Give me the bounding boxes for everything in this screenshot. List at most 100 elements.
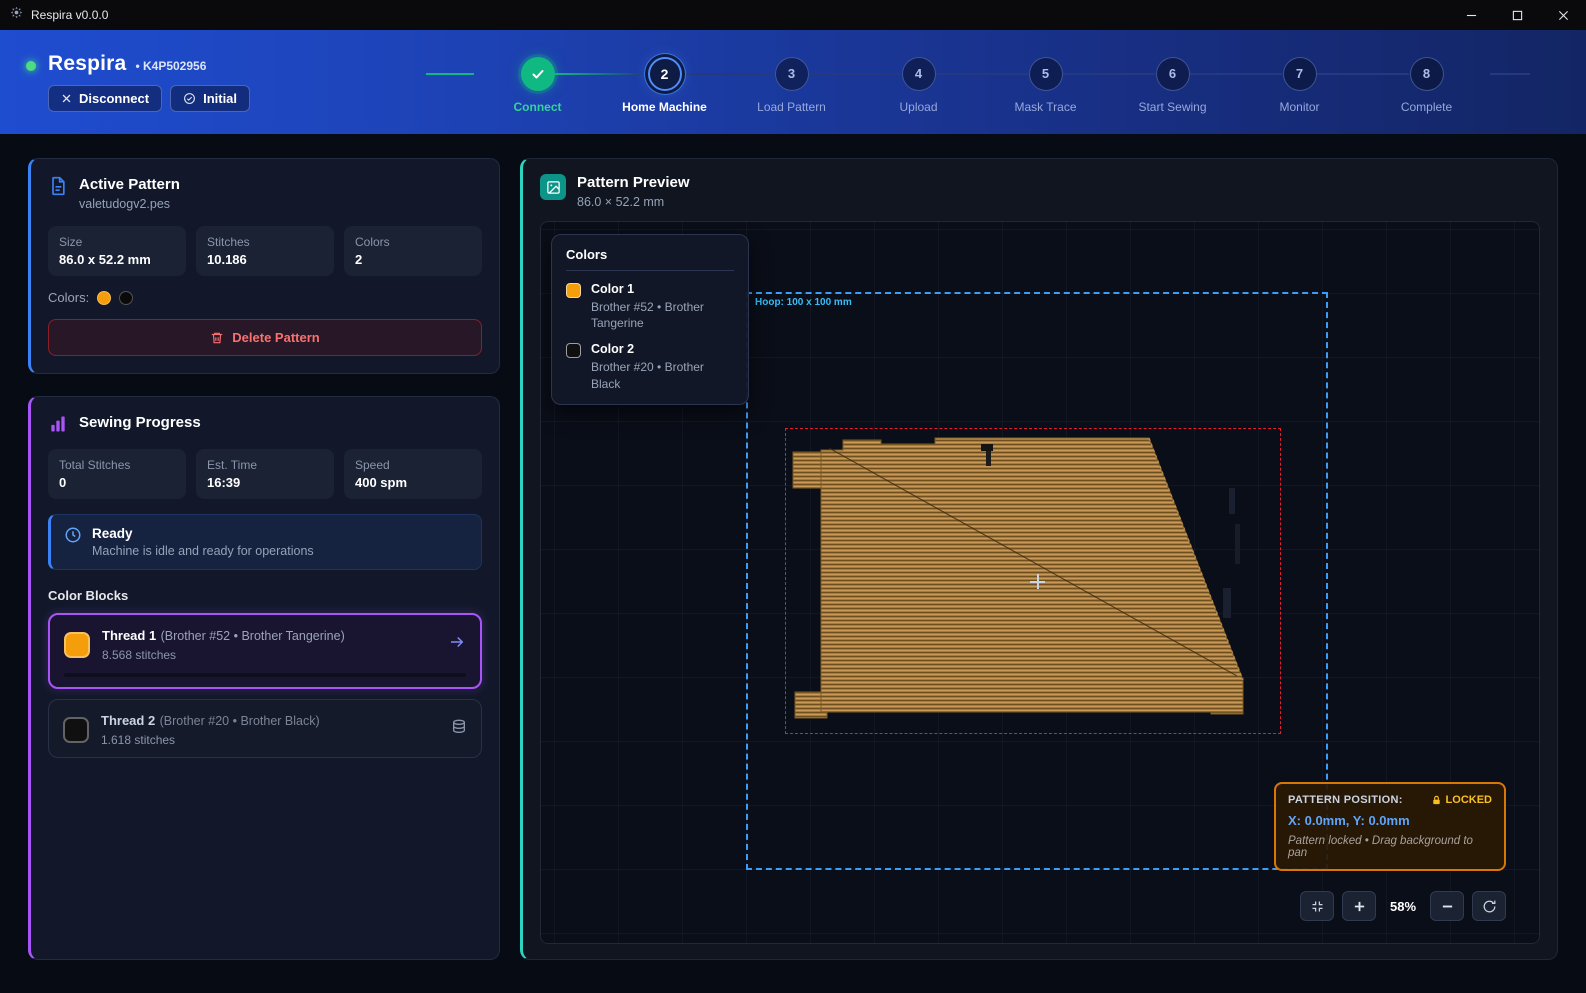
- close-x-icon: [61, 93, 72, 104]
- thread-stitch-count: 8.568 stitches: [102, 648, 345, 662]
- preview-canvas[interactable]: Colors Color 1 Brother #52 • Brother Tan…: [540, 221, 1540, 944]
- zoom-level: 58%: [1384, 899, 1422, 914]
- legend-color-name: Color 2: [591, 342, 734, 356]
- thread-block-1[interactable]: Thread 1 (Brother #52 • Brother Tangerin…: [48, 613, 482, 689]
- image-icon: [540, 174, 566, 200]
- hoop-label: Hoop: 100 x 100 mm: [755, 297, 852, 308]
- stat-value: 16:39: [207, 475, 323, 490]
- app-window: Respira v0.0.0 Respira • K4P502956: [0, 0, 1586, 993]
- layers-icon: [451, 719, 467, 740]
- position-coords: X: 0.0mm, Y: 0.0mm: [1288, 813, 1492, 828]
- thread-swatch: [64, 632, 90, 658]
- active-pattern-title: Active Pattern: [79, 176, 180, 193]
- initial-button[interactable]: Initial: [170, 85, 250, 112]
- trash-icon: [210, 331, 224, 345]
- legend-item-color2: Color 2 Brother #20 • Brother Black: [566, 342, 734, 391]
- position-title: PATTERN POSITION:: [1288, 794, 1403, 806]
- check-icon: [530, 66, 546, 82]
- machine-status-box: Ready Machine is idle and ready for oper…: [48, 514, 482, 570]
- thread-stitch-count: 1.618 stitches: [101, 733, 320, 747]
- legend-color-detail: Brother #20 • Brother Black: [591, 359, 734, 391]
- step-number: 4: [902, 57, 936, 91]
- stat-stitches: Stitches 10.186: [196, 226, 334, 276]
- step-load-pattern[interactable]: 3 Load Pattern: [728, 57, 855, 114]
- close-button[interactable]: [1540, 0, 1586, 30]
- lock-icon: [1431, 795, 1442, 806]
- step-label: Start Sewing: [1138, 100, 1206, 114]
- step-label: Mask Trace: [1014, 100, 1076, 114]
- step-connect[interactable]: Connect: [474, 57, 601, 114]
- disconnect-button[interactable]: Disconnect: [48, 85, 162, 112]
- crosshair-icon: [1030, 574, 1045, 589]
- stat-label: Est. Time: [207, 458, 323, 472]
- preview-title: Pattern Preview: [577, 174, 690, 191]
- colors-label: Colors:: [48, 290, 89, 305]
- color-blocks-heading: Color Blocks: [48, 588, 482, 603]
- colors-legend-title: Colors: [566, 247, 734, 271]
- pattern-filename: valetudogv2.pes: [79, 197, 180, 211]
- refresh-icon: [1482, 899, 1497, 914]
- zoom-out-button[interactable]: [1430, 891, 1464, 921]
- thread-block-2[interactable]: Thread 2 (Brother #20 • Brother Black) 1…: [48, 699, 482, 758]
- stat-label: Total Stitches: [59, 458, 175, 472]
- step-complete[interactable]: 8 Complete: [1363, 57, 1490, 114]
- stat-total-stitches: Total Stitches 0: [48, 449, 186, 499]
- stat-est-time: Est. Time 16:39: [196, 449, 334, 499]
- step-label: Load Pattern: [757, 100, 826, 114]
- thread-detail: (Brother #20 • Brother Black): [160, 714, 320, 728]
- clock-icon: [64, 526, 82, 544]
- titlebar: Respira v0.0.0: [0, 0, 1586, 30]
- connection-status-dot: [26, 61, 36, 71]
- stat-speed: Speed 400 spm: [344, 449, 482, 499]
- step-label: Home Machine: [622, 100, 707, 114]
- maximize-icon: [1512, 10, 1523, 21]
- status-title: Ready: [92, 526, 314, 541]
- machine-serial: • K4P502956: [135, 59, 206, 73]
- arrow-right-icon: [448, 633, 466, 656]
- step-mask-trace[interactable]: 5 Mask Trace: [982, 57, 1109, 114]
- stat-value: 0: [59, 475, 175, 490]
- app-header: Respira • K4P502956 Disconnect Initial: [0, 30, 1586, 134]
- window-controls: [1448, 0, 1586, 30]
- status-message: Machine is idle and ready for operations: [92, 544, 314, 558]
- minimize-button[interactable]: [1448, 0, 1494, 30]
- legend-item-color1: Color 1 Brother #52 • Brother Tangerine: [566, 282, 734, 331]
- step-monitor[interactable]: 7 Monitor: [1236, 57, 1363, 114]
- thread-name: Thread 1: [102, 628, 156, 643]
- maximize-button[interactable]: [1494, 0, 1540, 30]
- titlebar-left: Respira v0.0.0: [0, 6, 108, 24]
- brand-title: Respira: [48, 52, 126, 76]
- step-number: 3: [775, 57, 809, 91]
- thread-detail: (Brother #52 • Brother Tangerine): [161, 629, 345, 643]
- reset-view-button[interactable]: [1472, 891, 1506, 921]
- stat-value: 2: [355, 252, 471, 267]
- legend-swatch: [566, 343, 581, 358]
- locked-label: LOCKED: [1446, 794, 1492, 806]
- stat-value: 400 spm: [355, 475, 471, 490]
- step-label: Monitor: [1279, 100, 1319, 114]
- active-pattern-card: Active Pattern valetudogv2.pes Size 86.0…: [28, 158, 500, 374]
- position-hint: Pattern locked • Drag background to pan: [1288, 835, 1492, 859]
- stat-value: 10.186: [207, 252, 323, 267]
- zoom-controls: 58%: [1300, 891, 1506, 921]
- delete-pattern-button[interactable]: Delete Pattern: [48, 319, 482, 356]
- fit-view-button[interactable]: [1300, 891, 1334, 921]
- stat-value: 86.0 x 52.2 mm: [59, 252, 175, 267]
- zoom-in-button[interactable]: [1342, 891, 1376, 921]
- initial-label: Initial: [203, 91, 237, 106]
- thread-swatch: [63, 717, 89, 743]
- step-home-machine[interactable]: 2 Home Machine: [601, 57, 728, 114]
- stat-size: Size 86.0 x 52.2 mm: [48, 226, 186, 276]
- delete-pattern-label: Delete Pattern: [232, 330, 319, 345]
- step-start-sewing[interactable]: 6 Start Sewing: [1109, 57, 1236, 114]
- pattern-preview-panel: Pattern Preview 86.0 × 52.2 mm Colors Co…: [520, 158, 1558, 960]
- app-icon: [10, 6, 23, 24]
- step-upload[interactable]: 4 Upload: [855, 57, 982, 114]
- locked-badge: LOCKED: [1431, 794, 1492, 806]
- stat-label: Stitches: [207, 235, 323, 249]
- colors-legend: Colors Color 1 Brother #52 • Brother Tan…: [551, 234, 749, 405]
- pattern-position-overlay: PATTERN POSITION: LOCKED X: 0.0mm, Y: 0.…: [1274, 782, 1506, 871]
- step-number: 2: [648, 57, 682, 91]
- legend-swatch: [566, 283, 581, 298]
- step-number: 8: [1410, 57, 1444, 91]
